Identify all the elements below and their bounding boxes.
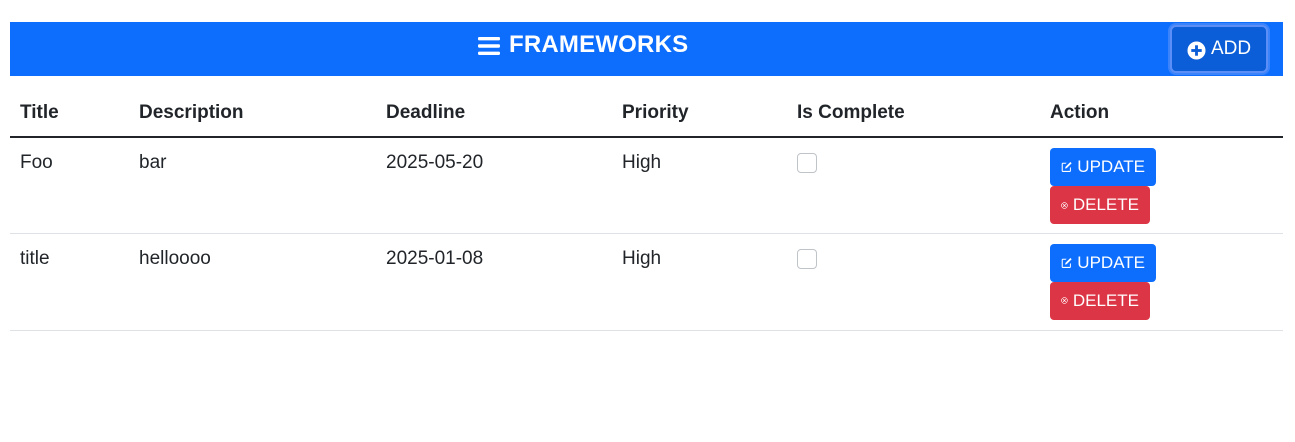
table-row: Foo bar 2025-05-20 High UPDATE DELETE <box>10 137 1283 234</box>
cell-priority: High <box>612 137 787 234</box>
brand: FRAMEWORKS <box>478 22 688 68</box>
page-title: FRAMEWORKS <box>509 31 689 58</box>
update-button-label: UPDATE <box>1077 157 1145 176</box>
table-header-row: Title Description Deadline Priority Is C… <box>10 90 1283 138</box>
table-row: title helloooo 2025-01-08 High UPDATE DE… <box>10 233 1283 331</box>
column-header-action: Action <box>1040 90 1283 138</box>
delete-button[interactable]: DELETE <box>1050 281 1150 320</box>
cell-is-complete <box>787 137 1040 234</box>
x-circle-icon <box>1061 201 1068 209</box>
cell-deadline: 2025-01-08 <box>376 233 612 331</box>
is-complete-checkbox[interactable] <box>797 153 817 173</box>
edit-icon <box>1061 161 1072 172</box>
delete-button-label: DELETE <box>1072 195 1139 214</box>
column-header-is-complete: Is Complete <box>787 90 1040 138</box>
delete-button[interactable]: DELETE <box>1050 186 1150 224</box>
update-button[interactable]: UPDATE <box>1050 243 1156 282</box>
menu-icon <box>478 37 500 55</box>
update-button-label: UPDATE <box>1077 252 1145 272</box>
delete-button-label: DELETE <box>1072 290 1139 310</box>
add-button[interactable]: ADD <box>1170 25 1268 73</box>
edit-icon <box>1061 257 1072 268</box>
column-header-description: Description <box>129 90 376 138</box>
x-circle-icon <box>1061 297 1068 304</box>
column-header-title: Title <box>10 90 129 138</box>
update-button[interactable]: UPDATE <box>1050 148 1156 186</box>
column-header-deadline: Deadline <box>376 90 612 138</box>
cell-title: title <box>10 233 129 331</box>
cell-action: UPDATE DELETE <box>1040 137 1283 234</box>
cell-description: bar <box>129 137 376 234</box>
frameworks-table: Title Description Deadline Priority Is C… <box>10 90 1283 331</box>
cell-title: Foo <box>10 137 129 234</box>
column-header-priority: Priority <box>612 90 787 138</box>
cell-priority: High <box>612 233 787 331</box>
is-complete-checkbox[interactable] <box>797 248 817 269</box>
add-button-label: ADD <box>1210 38 1252 59</box>
cell-description: helloooo <box>129 233 376 331</box>
cell-deadline: 2025-05-20 <box>376 137 612 234</box>
cell-action: UPDATE DELETE <box>1040 233 1283 331</box>
plus-circle-icon <box>1187 40 1206 60</box>
app-header: FRAMEWORKS ADD <box>10 22 1283 76</box>
cell-is-complete <box>787 233 1040 331</box>
